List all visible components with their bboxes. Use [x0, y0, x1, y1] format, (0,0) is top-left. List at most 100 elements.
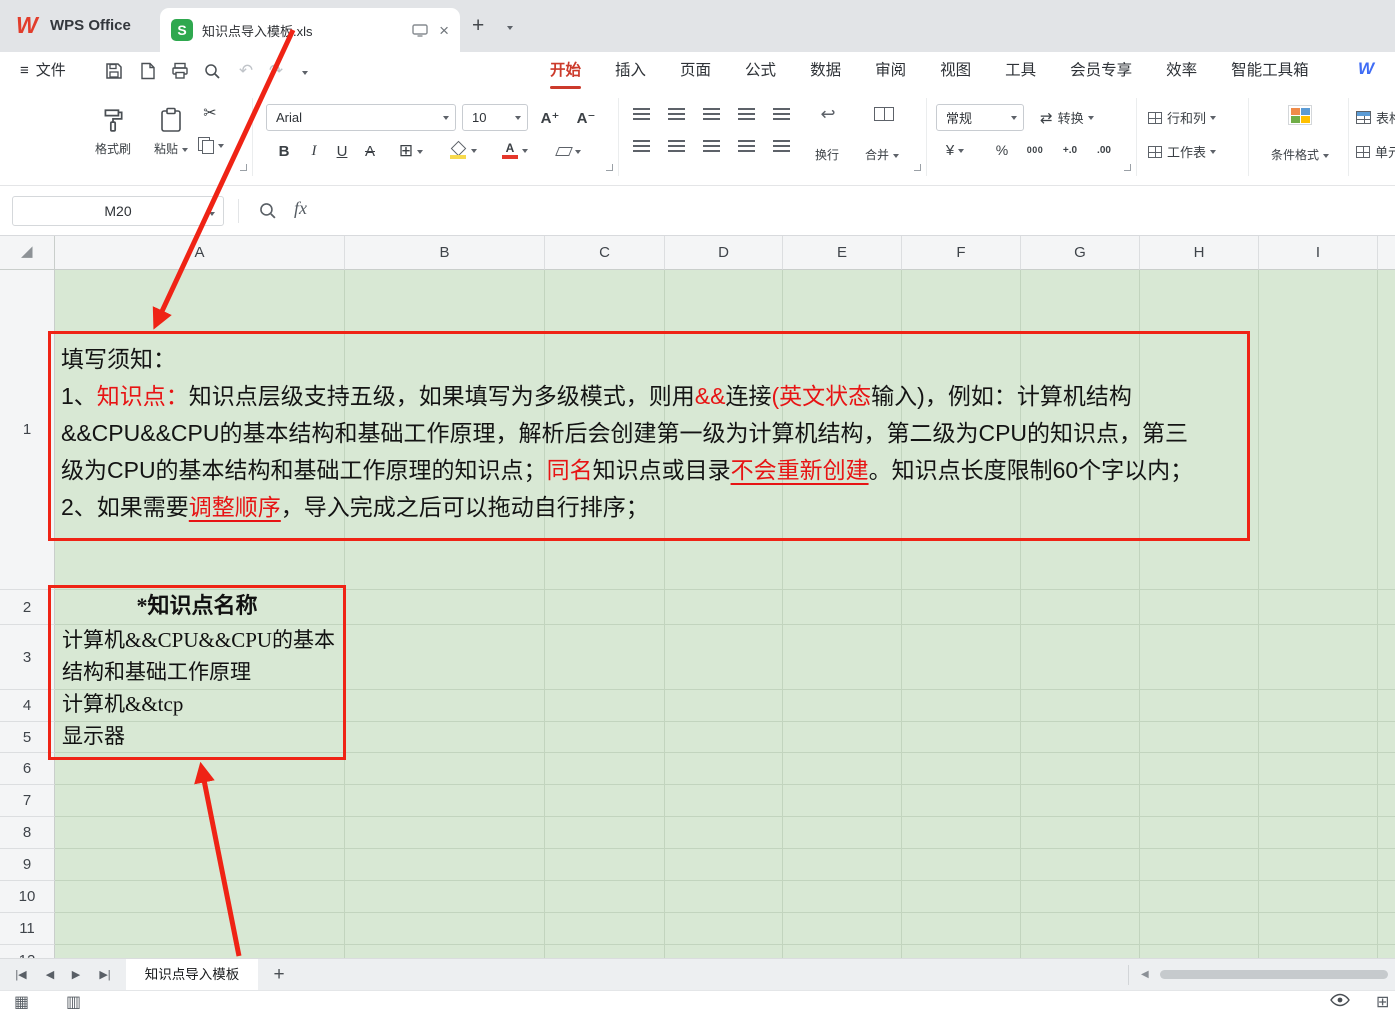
align-left-button[interactable] [630, 138, 652, 154]
new-tab-button[interactable]: + [472, 13, 484, 39]
merge-caret[interactable] [893, 154, 899, 161]
row-header-8[interactable]: 8 [0, 817, 55, 849]
ribbon-tab-2[interactable]: 插入 [615, 52, 646, 90]
column-header-D[interactable]: D [665, 236, 783, 270]
number-format-select[interactable]: 常规 [936, 104, 1024, 131]
undo-button[interactable]: ↶ [236, 62, 256, 80]
font-color-caret[interactable] [522, 149, 528, 156]
increase-font-button[interactable]: A⁺ [536, 104, 564, 131]
paste-caret[interactable] [182, 148, 188, 155]
insert-function-button[interactable]: fx [294, 198, 307, 219]
export-button[interactable] [138, 62, 158, 80]
decrease-indent-button[interactable] [735, 106, 757, 122]
ribbon-tab-10[interactable]: 效率 [1166, 52, 1197, 90]
conditional-format-label[interactable]: 条件格式 [1252, 146, 1348, 163]
horizontal-scrollbar-thumb[interactable] [1160, 970, 1388, 979]
font-color-button[interactable]: A [496, 136, 534, 164]
valign-center-button[interactable] [665, 106, 687, 122]
percent-button[interactable]: % [990, 138, 1014, 162]
column-header-A[interactable]: A [55, 236, 345, 270]
row-header-5[interactable]: 5 [0, 722, 55, 753]
dialog-launcher[interactable] [1124, 164, 1131, 171]
conditional-format-caret[interactable] [1323, 154, 1329, 161]
grid-view-icon[interactable]: ⊞ [1376, 994, 1389, 1011]
font-family-select[interactable]: Arial [266, 104, 456, 131]
format-painter-button[interactable]: 格式刷 [86, 98, 140, 157]
row-header-1[interactable]: 1 [0, 270, 55, 590]
wrap-text-label[interactable]: 换行 [802, 146, 852, 163]
font-family-caret[interactable] [443, 116, 449, 123]
board-icon[interactable]: ▥ [66, 994, 81, 1011]
font-size-caret[interactable] [515, 116, 521, 123]
row-header-4[interactable]: 4 [0, 690, 55, 722]
cell-style-button[interactable]: 单元格样式 [1356, 138, 1395, 165]
comma-style-button[interactable]: 000 [1020, 140, 1050, 160]
column-header-H[interactable]: H [1140, 236, 1259, 270]
wps-logo-icon[interactable]: W [16, 12, 38, 39]
first-sheet-button[interactable]: |◀ [8, 959, 34, 991]
conditional-format-button[interactable] [1276, 100, 1324, 130]
wrap-text-button[interactable]: ↩ [814, 102, 842, 126]
row-header-7[interactable]: 7 [0, 785, 55, 817]
row-header-3[interactable]: 3 [0, 625, 55, 690]
rows-columns-caret[interactable] [1210, 116, 1216, 123]
row-header-11[interactable]: 11 [0, 913, 55, 945]
convert-caret[interactable] [1088, 116, 1094, 123]
name-box-caret[interactable] [209, 212, 215, 219]
font-size-select[interactable]: 10 [462, 104, 528, 131]
bold-button[interactable]: B [272, 138, 296, 164]
column-header-right[interactable] [1378, 236, 1395, 270]
align-center-button[interactable] [665, 138, 687, 154]
number-format-caret[interactable] [1011, 116, 1017, 123]
fill-color-caret[interactable] [471, 149, 477, 156]
convert-button[interactable]: ⇄转换 [1040, 104, 1094, 131]
knowledge-point-entry[interactable]: 计算机&&tcp [62, 688, 339, 720]
fill-color-button[interactable] [444, 136, 482, 164]
justify-button[interactable] [735, 138, 757, 154]
valign-bottom-button[interactable] [700, 106, 722, 122]
redo-button[interactable]: ↷ [266, 62, 286, 80]
dialog-launcher[interactable] [914, 164, 921, 171]
sheet-tab-active[interactable]: 知识点导入模板 [126, 959, 258, 991]
ribbon-tab-8[interactable]: 工具 [1005, 52, 1036, 90]
worksheet-button[interactable]: 工作表 [1148, 138, 1216, 165]
last-sheet-button[interactable]: ▶| [92, 959, 118, 991]
strikethrough-button[interactable]: A [358, 138, 382, 164]
column-header-F[interactable]: F [902, 236, 1021, 270]
search-icon[interactable] [258, 201, 277, 220]
rows-columns-button[interactable]: 行和列 [1148, 104, 1216, 131]
increase-indent-button[interactable] [770, 106, 792, 122]
column-header-B[interactable]: B [345, 236, 545, 270]
knowledge-point-entry[interactable]: 显示器 [62, 720, 339, 752]
italic-button[interactable]: I [302, 138, 326, 164]
sheet-switch-icon[interactable]: ▦ [14, 994, 29, 1011]
formula-input[interactable] [330, 189, 1391, 232]
eye-icon[interactable] [1330, 993, 1350, 1011]
copy-caret[interactable] [218, 144, 224, 151]
select-all-corner[interactable]: ◢ [0, 236, 55, 270]
paste-button[interactable]: 粘贴 [144, 98, 198, 157]
name-box[interactable]: M20 [12, 196, 224, 226]
close-tab-icon[interactable]: × [439, 22, 449, 39]
row-header-10[interactable]: 10 [0, 881, 55, 913]
clear-format-button[interactable] [550, 138, 588, 164]
wps-ai-badge[interactable]: W [1358, 59, 1374, 79]
column-header-I[interactable]: I [1259, 236, 1378, 270]
ribbon-tab-6[interactable]: 审阅 [875, 52, 906, 90]
dialog-launcher[interactable] [240, 164, 247, 171]
ribbon-tab-5[interactable]: 数据 [810, 52, 841, 90]
borders-button[interactable]: ⊞ [392, 138, 430, 164]
increase-decimal-button[interactable]: +.0 [1056, 140, 1084, 160]
knowledge-point-column-header[interactable]: *知识点名称 [51, 588, 343, 624]
save-button[interactable] [104, 62, 124, 80]
document-tab[interactable]: S 知识点导入模板.xls × [160, 8, 460, 52]
ribbon-tab-11[interactable]: 智能工具箱 [1231, 52, 1309, 90]
currency-button[interactable]: ¥ [938, 138, 972, 162]
tab-list-caret[interactable] [507, 26, 513, 33]
decrease-decimal-button[interactable]: .00 [1090, 140, 1118, 160]
clear-format-caret[interactable] [575, 150, 581, 157]
currency-caret[interactable] [958, 149, 964, 156]
monitor-icon[interactable] [412, 24, 428, 37]
quickbar-caret[interactable] [302, 71, 308, 78]
ribbon-tab-4[interactable]: 公式 [745, 52, 776, 90]
